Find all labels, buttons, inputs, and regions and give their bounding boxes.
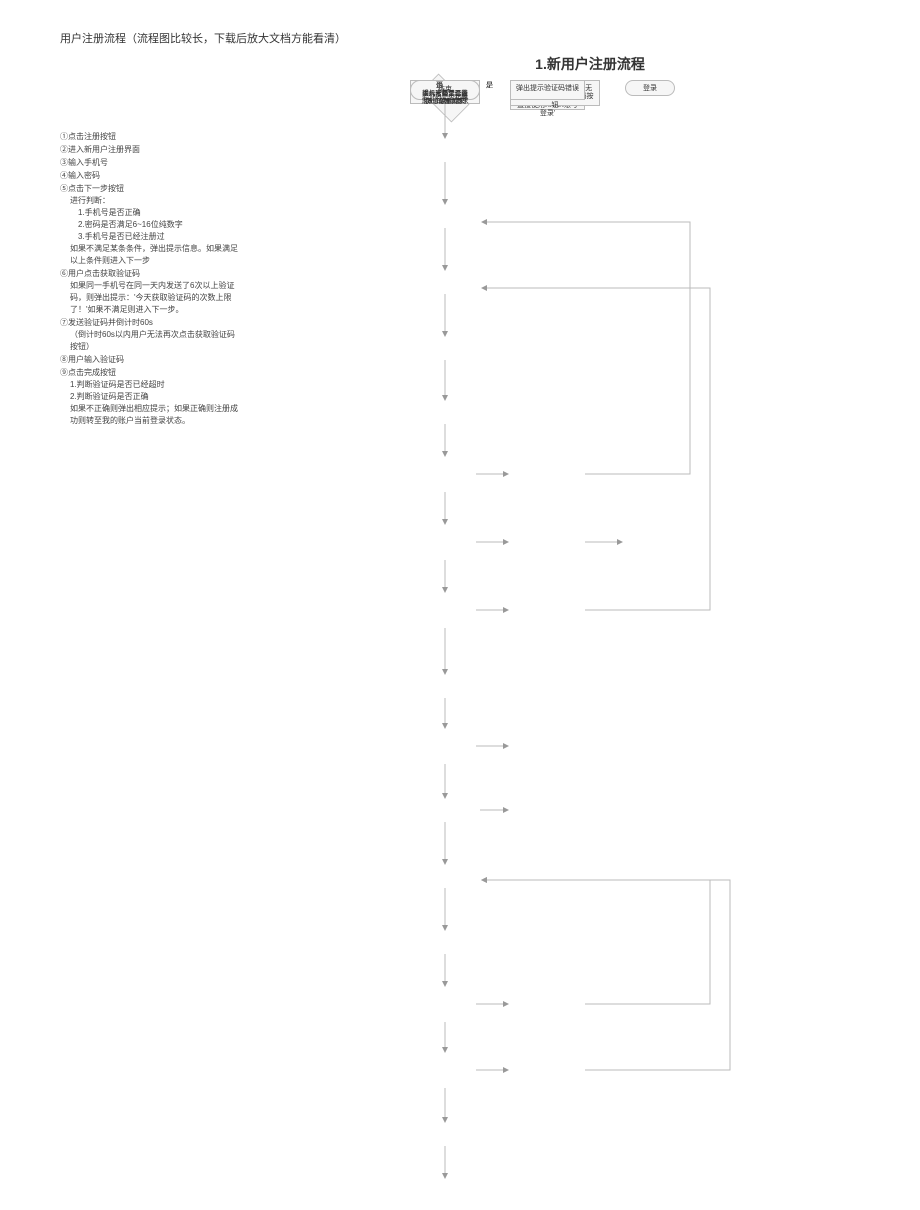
- side-note-item: 如果不正确则弹出相应提示；如果正确则注册成功则转至我的账户当前登录状态。: [60, 403, 240, 427]
- side-note-item: 1.手机号是否正确: [60, 207, 240, 219]
- side-note-item: 2.密码是否满足6~16位纯数字: [60, 219, 240, 231]
- side-note-item: 如果同一手机号在同一天内发送了6次以上验证码，则弹出提示：'今天获取验证码的次数…: [60, 280, 240, 316]
- side-notes: ①点击注册按钮②进入新用户注册界面③输入手机号④输入密码⑤点击下一步按钮进行判断…: [60, 130, 240, 427]
- side-note-item: 2.判断验证码是否正确: [60, 391, 240, 403]
- side-note-item: ②进入新用户注册界面: [60, 144, 240, 156]
- popup-login: 登录: [625, 80, 675, 96]
- side-note-item: ④输入密码: [60, 170, 240, 182]
- side-note-item: ⑥用户点击获取验证码: [60, 268, 240, 280]
- side-note-item: 1.判断验证码是否已经超时: [60, 379, 240, 391]
- side-note-item: ①点击注册按钮: [60, 131, 240, 143]
- label-no: 是: [436, 80, 443, 90]
- side-note-item: 进行判断：: [60, 195, 240, 207]
- side-note-item: ⑦发送验证码并倒计时60s: [60, 317, 240, 329]
- side-note-item: ⑨点击完成按钮: [60, 367, 240, 379]
- side-note-item: 如果不满足某条条件，弹出提示信息。如果满足以上条件则进入下一步: [60, 243, 240, 267]
- header-note: 用户注册流程（流程图比较长，下载后放大文档方能看清）: [60, 30, 860, 46]
- side-note-item: （倒计时60s以内用户无法再次点击获取验证码按钮）: [60, 329, 240, 353]
- side-note-item: ⑧用户输入验证码: [60, 354, 240, 366]
- label-yes: 是: [486, 80, 493, 90]
- flowchart: 点击注册按钮 进入用户注册界面 输入手机号码 输入密码 点击下一步按钮 点击下一…: [360, 80, 860, 1180]
- side-note-item: 3.手机号是否已经注册过: [60, 231, 240, 243]
- popup-code-wrong: 弹出提示验证码错误: [510, 80, 585, 100]
- side-note-item: ③输入手机号: [60, 157, 240, 169]
- page-title: 1.新用户注册流程: [320, 54, 860, 74]
- side-note-item: ⑤点击下一步按钮: [60, 183, 240, 195]
